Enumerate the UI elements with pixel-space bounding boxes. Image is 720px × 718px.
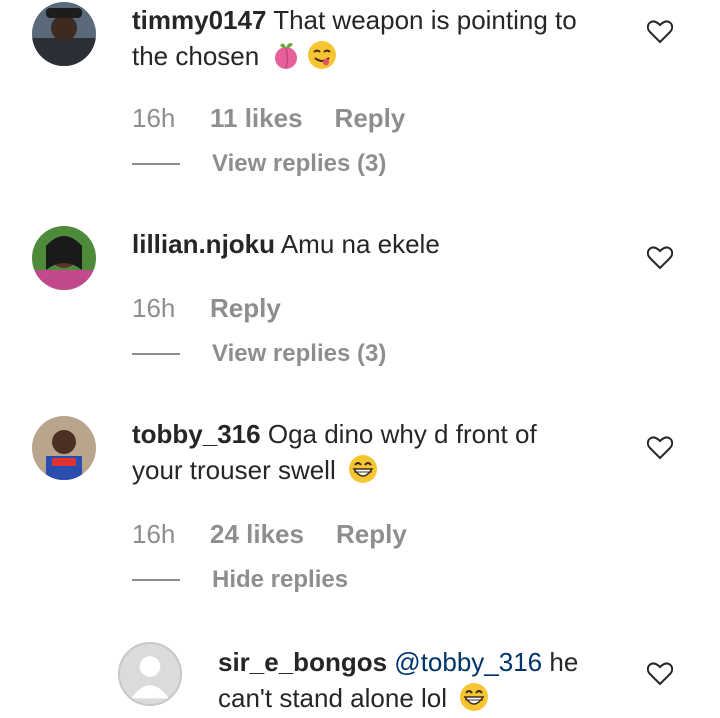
view-replies-button[interactable]: View replies (3)	[132, 340, 386, 368]
hide-replies-label[interactable]: Hide replies	[212, 566, 348, 594]
comment-username[interactable]: sir_e_bongos	[218, 647, 387, 677]
divider-line	[132, 163, 180, 165]
comment-time: 16h	[132, 103, 176, 133]
comment-text: sir_e_bongos @tobby_316 he can't stand a…	[218, 644, 618, 716]
comment-username[interactable]: lillian.njoku	[132, 229, 275, 259]
like-heart-icon[interactable]	[647, 662, 673, 686]
divider-line	[132, 353, 180, 355]
likes-count[interactable]: 24 likes	[210, 519, 304, 550]
avatar[interactable]	[118, 642, 182, 706]
comment-body: Amu na ekele	[280, 229, 440, 259]
view-replies-button[interactable]: View replies (3)	[132, 150, 386, 178]
like-heart-icon[interactable]	[647, 246, 673, 270]
like-heart-icon[interactable]	[647, 20, 673, 44]
comment-item: tobby_316 Oga dino why d front of your t…	[0, 416, 720, 606]
comment-item: lillian.njoku Amu na ekele 16h Reply Vie…	[0, 226, 720, 376]
comment-time: 16h	[132, 519, 176, 549]
comment-body: your trouser swell	[132, 455, 336, 485]
hide-replies-button[interactable]: Hide replies	[132, 566, 348, 594]
view-replies-label[interactable]: View replies (3)	[212, 340, 386, 368]
grinning-face-icon	[458, 681, 490, 713]
comment-body: he	[549, 647, 579, 677]
like-heart-icon[interactable]	[647, 436, 673, 460]
comment-meta: 16h Reply	[132, 293, 281, 324]
reply-button[interactable]: Reply	[335, 103, 406, 134]
comment-body: the chosen	[132, 41, 260, 71]
reply-button[interactable]: Reply	[210, 293, 281, 324]
comment-username[interactable]: tobby_316	[132, 419, 261, 449]
comment-meta: 16h 24 likes Reply	[132, 519, 407, 550]
comment-item: timmy0147 That weapon is pointing to the…	[0, 0, 720, 190]
view-replies-label[interactable]: View replies (3)	[212, 150, 386, 178]
comment-body: Oga dino why d front of	[267, 419, 537, 449]
comment-text: timmy0147 That weapon is pointing to the…	[132, 2, 632, 74]
comment-username[interactable]: timmy0147	[132, 5, 266, 35]
comment-body: That weapon is pointing to	[273, 5, 577, 35]
likes-count[interactable]: 11 likes	[210, 103, 303, 134]
comment-text: tobby_316 Oga dino why d front of your t…	[132, 416, 632, 488]
avatar[interactable]	[32, 226, 96, 290]
comment-text: lillian.njoku Amu na ekele	[132, 226, 632, 262]
comment-time: 16h	[132, 293, 176, 323]
reply-item: sir_e_bongos @tobby_316 he can't stand a…	[0, 642, 720, 718]
grinning-face-icon	[347, 453, 379, 485]
avatar[interactable]	[32, 416, 96, 480]
smiling-face-tongue-icon	[306, 39, 338, 71]
mention-link[interactable]: @tobby_316	[394, 647, 542, 677]
avatar[interactable]	[32, 2, 96, 66]
comment-body: can't stand alone lol	[218, 683, 448, 713]
reply-button[interactable]: Reply	[336, 519, 407, 550]
comment-meta: 16h 11 likes Reply	[132, 103, 405, 134]
divider-line	[132, 579, 180, 581]
peach-icon	[270, 39, 302, 71]
